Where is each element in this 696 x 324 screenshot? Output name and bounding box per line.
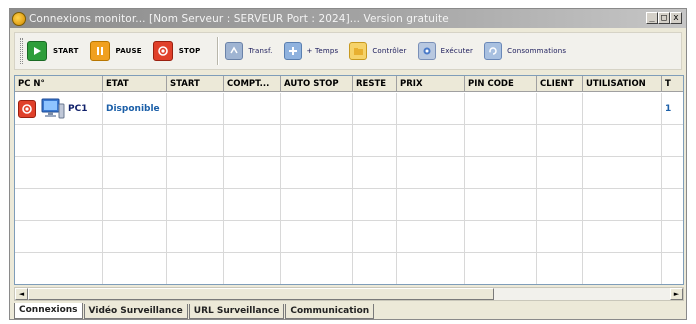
stop-icon	[152, 41, 173, 61]
transfer-icon	[225, 42, 244, 60]
empty-row	[15, 125, 683, 157]
plus-temps-button[interactable]: + Temps	[283, 42, 339, 60]
main-window: Connexions monitor... [Nom Serveur : SER…	[9, 8, 687, 320]
etat-cell: Disponible	[103, 93, 167, 125]
empty-row	[15, 189, 683, 221]
tab-url-surveillance[interactable]: URL Surveillance	[188, 304, 285, 319]
col-header-auto-stop[interactable]: AUTO STOP	[281, 76, 353, 92]
auto-stop-cell	[281, 93, 353, 125]
folder-icon	[349, 42, 368, 60]
horizontal-scrollbar[interactable]: ◄ ►	[14, 287, 684, 301]
start-button[interactable]: START	[27, 41, 79, 61]
col-header-client[interactable]: CLIENT	[537, 76, 583, 92]
transfer-button[interactable]: Transf.	[225, 42, 272, 60]
maximize-button[interactable]: □	[658, 12, 670, 24]
empty-row	[15, 157, 683, 189]
executer-button[interactable]: Exécuter	[417, 42, 474, 60]
minimize-button[interactable]: _	[646, 12, 658, 24]
pause-icon	[89, 41, 110, 61]
pause-button[interactable]: PAUSE	[89, 41, 142, 61]
plus-icon	[283, 42, 302, 60]
col-header-pc[interactable]: PC N°	[15, 76, 103, 92]
start-label: START	[53, 47, 79, 55]
col-header-prix[interactable]: PRIX	[397, 76, 465, 92]
prix-cell	[397, 93, 465, 125]
pause-label: PAUSE	[115, 47, 142, 55]
play-icon	[27, 41, 47, 61]
empty-row	[15, 253, 683, 284]
transfer-label: Transf.	[248, 47, 273, 55]
client-cell	[537, 93, 583, 125]
col-header-etat[interactable]: ETAT	[103, 76, 167, 92]
execute-icon	[417, 42, 436, 60]
plus-temps-label: + Temps	[306, 47, 339, 55]
table-row[interactable]: PC1 Disponible 1	[15, 93, 683, 125]
tab-connexions[interactable]: Connexions	[14, 303, 83, 319]
compt-cell	[224, 93, 281, 125]
t-cell: 1	[662, 93, 683, 125]
col-header-t[interactable]: T	[662, 76, 683, 92]
connections-grid: PC N° ETAT START COMPT... AUTO STOP REST…	[14, 75, 684, 285]
utilisation-cell	[583, 93, 662, 125]
controler-button[interactable]: Contrôler	[349, 42, 406, 60]
refresh-icon	[484, 42, 503, 60]
scroll-thumb[interactable]	[28, 288, 494, 300]
stop-status-icon	[18, 100, 36, 118]
stop-label: STOP	[178, 47, 201, 55]
col-header-start[interactable]: START	[167, 76, 224, 92]
col-header-utilisation[interactable]: UTILISATION	[583, 76, 662, 92]
toolbar-grip-handle[interactable]	[20, 38, 23, 64]
app-icon	[12, 11, 26, 26]
consommations-label: Consommations	[507, 47, 567, 55]
scroll-left-button[interactable]: ◄	[15, 288, 28, 300]
grid-header: PC N° ETAT START COMPT... AUTO STOP REST…	[15, 76, 683, 92]
computer-icon	[40, 96, 66, 122]
scroll-track[interactable]	[28, 288, 670, 300]
window-controls: _ □ x	[646, 12, 682, 24]
t-value: 1	[665, 104, 672, 114]
title-bar[interactable]: Connexions monitor... [Nom Serveur : SER…	[10, 9, 686, 28]
tab-communication[interactable]: Communication	[285, 304, 375, 319]
pc-name: PC1	[68, 104, 88, 114]
grid-rows: PC1 Disponible 1	[15, 93, 683, 284]
col-header-reste[interactable]: RESTE	[353, 76, 397, 92]
tab-video-surveillance[interactable]: Vidéo Surveillance	[83, 304, 188, 319]
window-title: Connexions monitor... [Nom Serveur : SER…	[29, 12, 449, 25]
toolbar: START PAUSE STOP Transf. + Temps Contrôl…	[14, 32, 682, 70]
consommations-button[interactable]: Consommations	[484, 42, 566, 60]
reste-cell	[353, 93, 397, 125]
empty-row	[15, 221, 683, 253]
scroll-right-button[interactable]: ►	[670, 288, 683, 300]
executer-label: Exécuter	[440, 47, 474, 55]
stop-button[interactable]: STOP	[152, 41, 201, 61]
start-cell	[167, 93, 224, 125]
status-text: Disponible	[106, 104, 160, 114]
col-header-compt[interactable]: COMPT...	[224, 76, 281, 92]
toolbar-separator	[217, 37, 220, 65]
pc-cell[interactable]: PC1	[15, 93, 103, 125]
close-button[interactable]: x	[670, 12, 682, 24]
col-header-pin-code[interactable]: PIN CODE	[465, 76, 537, 92]
controler-label: Contrôler	[372, 47, 407, 55]
pin-code-cell	[465, 93, 537, 125]
bottom-tabs: Connexions Vidéo Surveillance URL Survei…	[14, 303, 375, 319]
